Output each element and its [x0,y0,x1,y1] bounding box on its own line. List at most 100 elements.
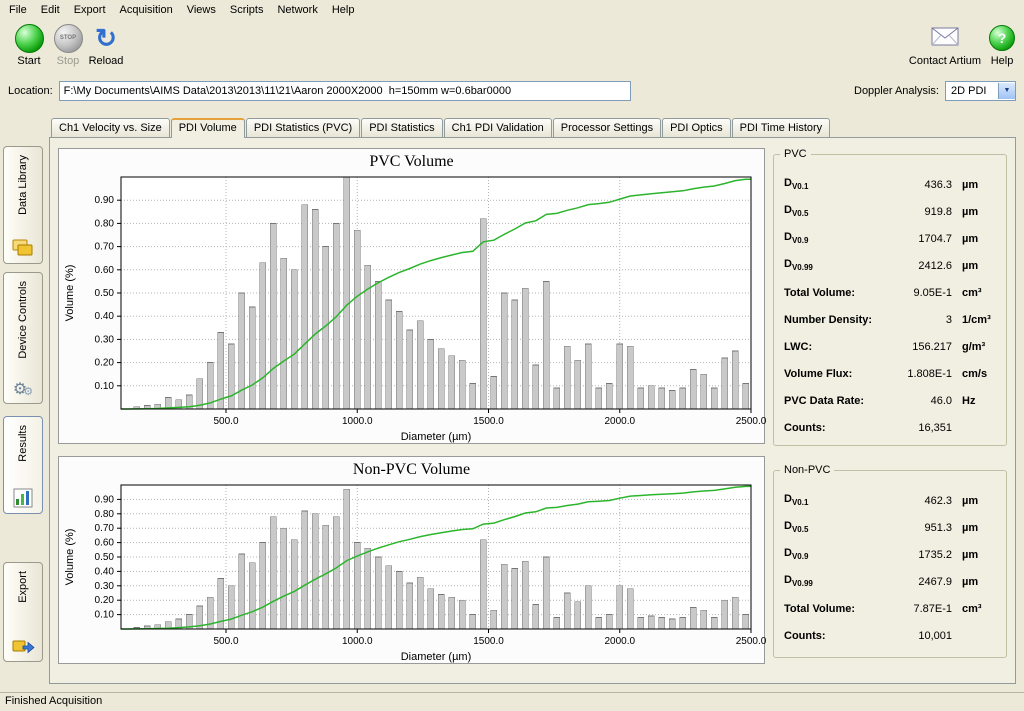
stat-unit: g/m³ [962,341,998,353]
menu-file[interactable]: File [2,2,34,18]
stat-row: DV0.91704.7µm [784,225,998,252]
stats-column: PVC DV0.1436.3µmDV0.5919.8µmDV0.91704.7µ… [773,148,1007,673]
doppler-analysis-select[interactable]: 2D PDI ▼ [945,81,1016,101]
svg-text:0.60: 0.60 [95,265,115,276]
stat-label: DV0.99 [784,574,813,588]
stat-value: 2467.9 [813,576,962,588]
envelope-icon [931,27,959,49]
tab-pdi-volume[interactable]: PDI Volume [171,118,245,138]
stat-label: DV0.9 [784,547,808,561]
sidebar: Data Library Device Controls ⚙⚙ Results Expo… [0,104,47,692]
svg-text:0.30: 0.30 [95,334,115,345]
stat-row: LWC:156.217g/m³ [784,333,998,360]
stat-row: Total Volume:7.87E-1cm³ [784,595,998,622]
stat-unit: µm [962,549,998,561]
nonpvc-volume-chart: 0.100.200.300.400.500.600.700.800.90500.… [61,479,765,663]
menu-export[interactable]: Export [67,2,113,18]
stat-row: Number Density:31/cm³ [784,306,998,333]
reload-button[interactable]: ↻ Reload [83,22,129,67]
nonpvc-chart-title: Non-PVC Volume [61,459,762,479]
stat-unit: cm³ [962,603,998,615]
tab-pdi-time-history[interactable]: PDI Time History [732,118,831,137]
tab-processor-settings[interactable]: Processor Settings [553,118,661,137]
svg-text:0.60: 0.60 [95,538,115,549]
stat-row: DV0.1462.3µm [784,487,998,514]
stat-row: DV0.1436.3µm [784,171,998,198]
svg-text:0.20: 0.20 [95,595,115,606]
svg-text:0.50: 0.50 [95,552,115,563]
sidebar-item-label: Device Controls [17,281,29,359]
svg-text:Diameter (µm): Diameter (µm) [401,651,472,663]
menu-help[interactable]: Help [325,2,362,18]
stat-unit: cm/s [962,368,998,380]
stat-row: Counts:10,001 [784,622,998,649]
tab-ch1-velocity-vs-size[interactable]: Ch1 Velocity vs. Size [51,118,170,137]
nonpvc-stats-rows: DV0.1462.3µmDV0.5951.3µmDV0.91735.2µmDV0… [784,487,998,649]
sidebar-item-device-controls[interactable]: Device Controls ⚙⚙ [3,272,43,404]
stat-label: Total Volume: [784,603,855,615]
svg-text:500.0: 500.0 [213,636,238,647]
svg-text:0.70: 0.70 [95,242,115,253]
pvc-volume-chart: 0.100.200.300.400.500.600.700.800.90500.… [61,171,765,443]
contact-artium-button[interactable]: Contact Artium [906,22,984,67]
stat-label: DV0.9 [784,231,808,245]
svg-text:2000.0: 2000.0 [604,416,635,427]
svg-text:Diameter (µm): Diameter (µm) [401,431,472,443]
stat-unit: µm [962,495,998,507]
pvc-stats-group: PVC DV0.1436.3µmDV0.5919.8µmDV0.91704.7µ… [773,154,1007,446]
stat-unit: µm [962,522,998,534]
tab-ch1-pdi-validation[interactable]: Ch1 PDI Validation [444,118,552,137]
menu-network[interactable]: Network [270,2,324,18]
toolbar: Start STOP Stop ↻ Reload Contact Artium [0,19,1024,77]
menu-views[interactable]: Views [180,2,223,18]
svg-text:0.10: 0.10 [95,381,115,392]
sidebar-item-results[interactable]: Results [3,416,43,514]
stat-row: DV0.91735.2µm [784,541,998,568]
tab-pdi-statistics[interactable]: PDI Statistics [361,118,442,137]
pvc-volume-chart-box: PVC Volume 0.100.200.300.400.500.600.700… [58,148,765,444]
pvc-stats-rows: DV0.1436.3µmDV0.5919.8µmDV0.91704.7µmDV0… [784,171,998,441]
app-window: FileEditExportAcquisitionViewsScriptsNet… [0,0,1024,711]
reload-button-label: Reload [83,55,129,67]
tab-pdi-optics[interactable]: PDI Optics [662,118,731,137]
svg-text:1000.0: 1000.0 [342,636,373,647]
folders-icon [11,236,35,258]
stat-value: 3 [872,314,962,326]
gears-icon: ⚙⚙ [13,376,33,398]
svg-text:0.80: 0.80 [95,509,115,520]
stat-value: 436.3 [808,179,962,191]
reload-icon: ↻ [95,25,117,51]
help-button[interactable]: ? Help [984,22,1020,67]
location-row: Location: Doppler Analysis: 2D PDI ▼ [0,77,1024,104]
tab-strip: Ch1 Velocity vs. SizePDI VolumePDI Stati… [51,118,1016,137]
tab-pdi-statistics-pvc[interactable]: PDI Statistics (PVC) [246,118,360,137]
svg-text:0.40: 0.40 [95,566,115,577]
sidebar-item-data-library[interactable]: Data Library [3,146,43,264]
svg-text:0.90: 0.90 [95,195,115,206]
stat-value: 919.8 [808,206,962,218]
svg-text:0.80: 0.80 [95,218,115,229]
svg-text:0.30: 0.30 [95,581,115,592]
menu-acquisition[interactable]: Acquisition [113,2,180,18]
help-button-label: Help [984,55,1020,67]
pdi-volume-panel: PVC Volume 0.100.200.300.400.500.600.700… [49,137,1016,684]
stat-value: 951.3 [808,522,962,534]
menu-bar: FileEditExportAcquisitionViewsScriptsNet… [0,0,1024,19]
stat-label: Counts: [784,630,826,642]
location-input[interactable] [59,81,631,101]
svg-text:0.40: 0.40 [95,311,115,322]
stat-unit: cm³ [962,287,998,299]
svg-text:0.10: 0.10 [95,610,115,621]
stop-icon: STOP [54,24,83,53]
svg-text:1500.0: 1500.0 [473,636,504,647]
stat-label: Number Density: [784,314,872,326]
stat-label: PVC Data Rate: [784,395,864,407]
menu-edit[interactable]: Edit [34,2,67,18]
menu-scripts[interactable]: Scripts [223,2,271,18]
nonpvc-stats-group: Non-PVC DV0.1462.3µmDV0.5951.3µmDV0.9173… [773,470,1007,658]
sidebar-item-export[interactable]: Export [3,562,43,662]
help-icon: ? [989,25,1015,51]
doppler-analysis-label: Doppler Analysis: [854,85,939,97]
stat-value: 16,351 [826,422,962,434]
results-icon [13,486,33,508]
